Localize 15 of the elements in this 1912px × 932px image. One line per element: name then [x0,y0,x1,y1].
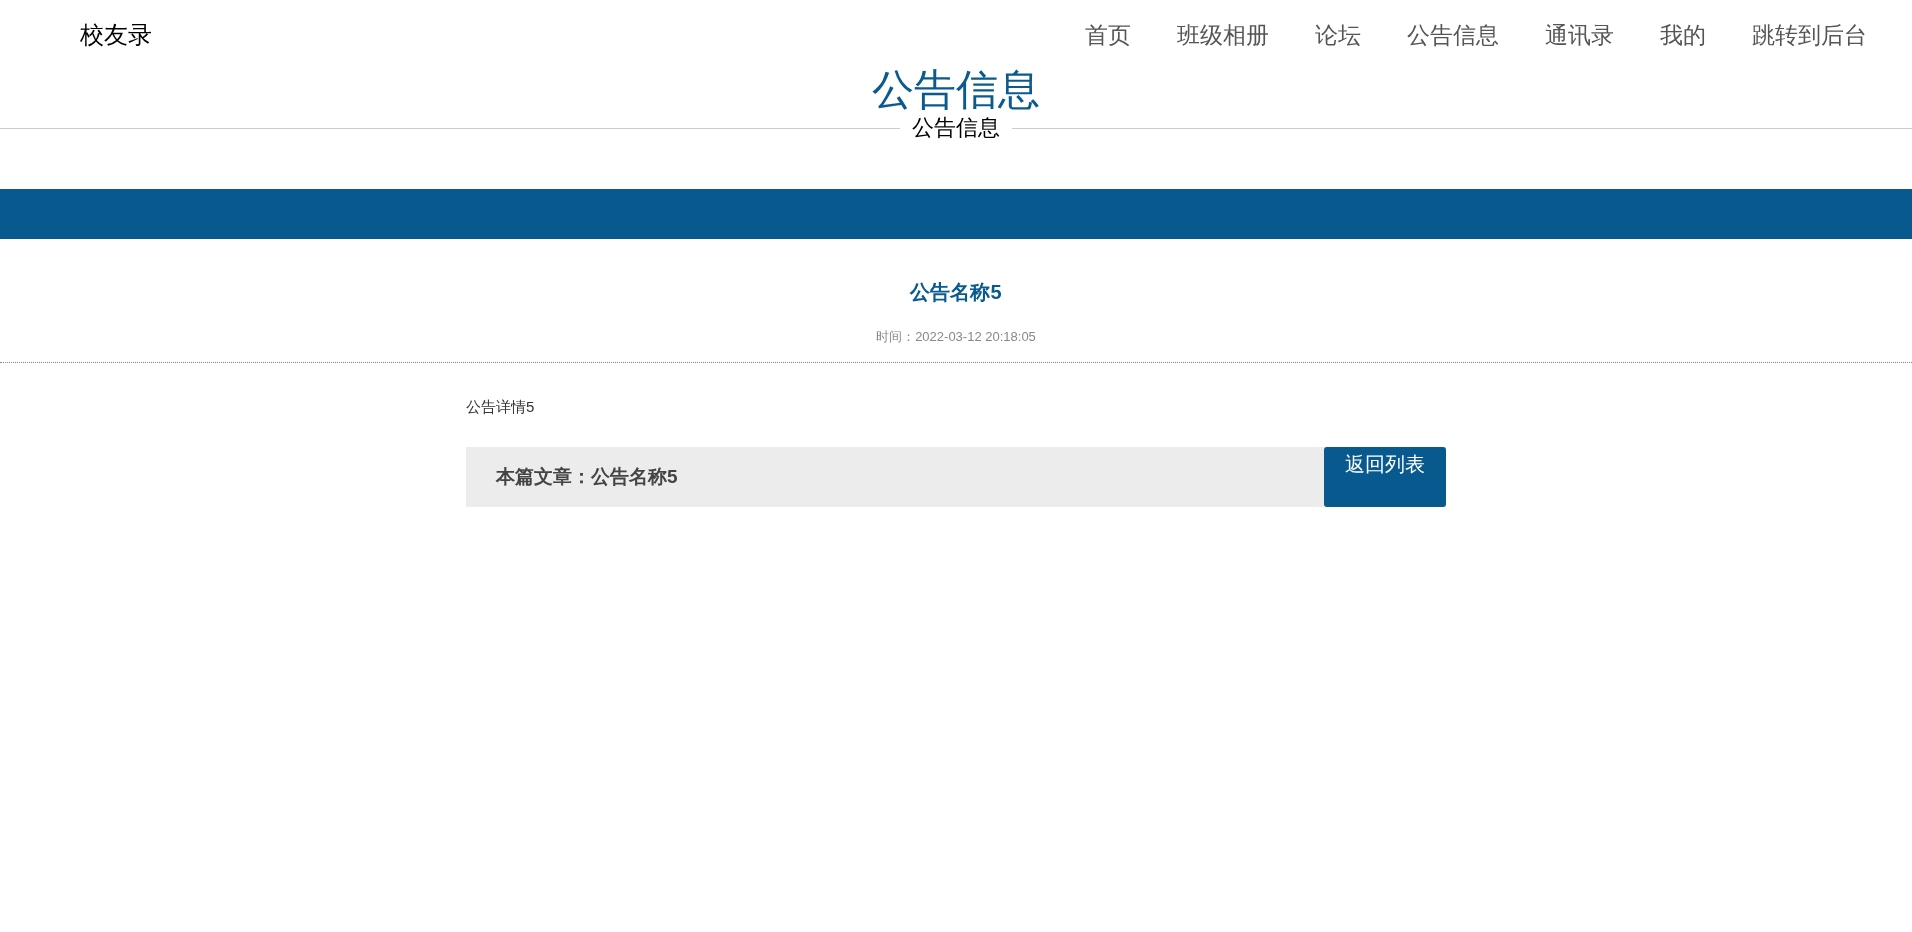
article-time: 时间：2022-03-12 20:18:05 [875,328,1037,346]
page-subtitle: 公告信息 [911,114,1001,142]
article-title: 公告名称5 [908,280,1003,305]
current-article-label: 本篇文章：公告名称5 [494,465,679,489]
nav-link[interactable]: 论坛 [1292,19,1384,51]
nav-link[interactable]: 公告信息 [1384,19,1522,51]
nav-link[interactable]: 通讯录 [1522,19,1637,51]
nav-link[interactable]: 我的 [1637,19,1729,51]
article-body: 公告详情5 [466,398,536,417]
nav-link[interactable]: 班级相册 [1154,19,1292,51]
site-brand[interactable]: 校友录 [80,19,152,51]
page-title: 公告信息 [871,66,1041,114]
nav-link[interactable]: 首页 [1062,19,1154,51]
back-to-list-button[interactable]: 返回列表 [1324,447,1446,507]
nav-link[interactable]: 跳转到后台 [1729,19,1890,51]
